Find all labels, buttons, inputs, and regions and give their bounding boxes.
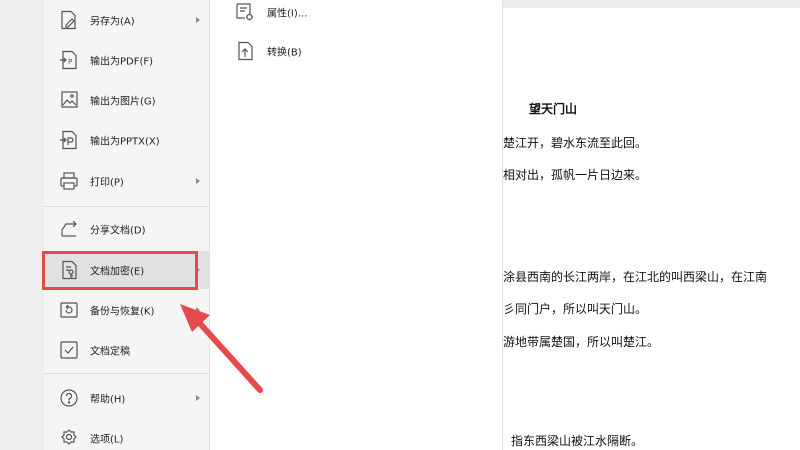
document-area: 望天门山 楚江开，碧水东流至此回。 相对出，孤帆一片日边来。 涂县西南的长江两岸…	[503, 0, 800, 450]
submenu-item-label: 转换(B)	[267, 47, 302, 59]
document-line: 楚江开，碧水东流至此回。	[503, 136, 648, 150]
menu-item-save-as[interactable]: 另存为(A)	[44, 1, 210, 39]
submenu-arrow-icon	[196, 267, 200, 273]
menu-item-label: 输出为PDF(F)	[90, 56, 154, 68]
menu-item-label: 文档定稿	[90, 346, 130, 358]
help-icon	[58, 387, 80, 409]
submenu-arrow-icon	[196, 395, 200, 401]
menu-item-encrypt[interactable]: 文档加密(E)	[44, 251, 210, 289]
menu-separator	[44, 206, 210, 207]
submenu-item-properties[interactable]: 属性(I)...	[210, 0, 503, 30]
convert-icon	[234, 40, 256, 62]
document-line: 指东西梁山被江水隔断。	[511, 434, 644, 448]
menu-item-label: 备份与恢复(K)	[90, 306, 155, 318]
save-as-icon	[58, 9, 80, 31]
menu-item-settings[interactable]: 选项(L)	[44, 419, 210, 450]
menu-item-label: 文档加密(E)	[90, 266, 145, 278]
document-line: 彡同门户，所以叫天门山。	[503, 302, 648, 316]
menu-item-label: 输出为图片(G)	[90, 96, 156, 108]
menu-gutter	[0, 0, 44, 450]
submenu-arrow-icon	[196, 178, 200, 184]
file-menu: 另存为(A) P 输出为PDF(F) 输出为图片(G) 输出为PPTX(X) 打…	[0, 0, 210, 450]
submenu-arrow-icon	[196, 17, 200, 23]
menu-separator	[44, 373, 210, 374]
submenu-item-label: 属性(I)...	[267, 8, 308, 20]
menu-item-label: 分享文档(D)	[90, 225, 146, 237]
menu-item-export-image[interactable]: 输出为图片(G)	[44, 81, 210, 119]
properties-icon	[234, 1, 256, 23]
export-pdf-icon: P	[58, 49, 80, 71]
document-line: 游地带属楚国，所以叫楚江。	[503, 335, 660, 349]
document-title: 望天门山	[529, 102, 578, 116]
menu-item-label: 选项(L)	[90, 434, 124, 446]
submenu-panel: 属性(I)... 转换(B)	[210, 0, 503, 450]
menu-item-export-pptx[interactable]: 输出为PPTX(X)	[44, 121, 210, 159]
menu-item-label: 另存为(A)	[90, 16, 135, 28]
svg-text:P: P	[68, 58, 72, 66]
backup-icon	[58, 299, 80, 321]
print-icon	[58, 170, 80, 192]
document-page: 望天门山 楚江开，碧水东流至此回。 相对出，孤帆一片日边来。 涂县西南的长江两岸…	[503, 8, 800, 450]
menu-item-label: 输出为PPTX(X)	[90, 136, 160, 148]
document-line: 相对出，孤帆一片日边来。	[503, 168, 648, 182]
export-image-icon	[58, 89, 80, 111]
menu-item-label: 打印(P)	[90, 177, 124, 189]
submenu-arrow-icon	[196, 307, 200, 313]
menu-item-help[interactable]: 帮助(H)	[44, 379, 210, 417]
menu-item-label: 帮助(H)	[90, 394, 126, 406]
encrypt-icon	[58, 259, 80, 281]
document-line: 涂县西南的长江两岸，在江北的叫西梁山，在江南	[503, 270, 768, 284]
submenu-item-convert[interactable]: 转换(B)	[210, 33, 503, 69]
share-icon	[58, 218, 80, 240]
finalize-icon	[58, 339, 80, 361]
menu-item-finalize[interactable]: 文档定稿	[44, 331, 210, 369]
menu-item-share[interactable]: 分享文档(D)	[44, 210, 210, 248]
export-pptx-icon	[58, 129, 80, 151]
menu-item-export-pdf[interactable]: P 输出为PDF(F)	[44, 41, 210, 79]
menu-item-print[interactable]: 打印(P)	[44, 162, 210, 200]
settings-icon	[58, 427, 80, 449]
menu-item-backup[interactable]: 备份与恢复(K)	[44, 291, 210, 329]
